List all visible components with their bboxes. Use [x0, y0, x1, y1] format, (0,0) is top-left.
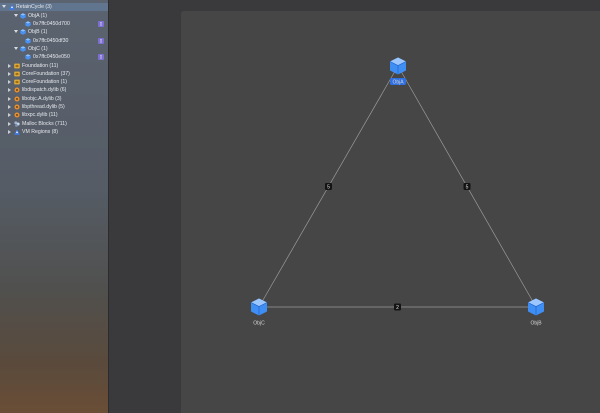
- sidebar-row-foundation[interactable]: Foundation (11): [0, 62, 108, 70]
- cube-icon: [25, 21, 31, 27]
- disclosure-collapsed-icon[interactable]: [8, 129, 11, 134]
- sidebar-row-retaincycle[interactable]: RetainCycle (3): [0, 3, 108, 11]
- sidebar-row-objc[interactable]: ObjC (1): [0, 45, 108, 53]
- sidebar-row-vm-regions[interactable]: VM Regions (8): [0, 128, 108, 136]
- instance-badge-icon: ▯: [98, 38, 104, 44]
- gear-orange-icon: [14, 96, 20, 102]
- disclosure-collapsed-icon[interactable]: [8, 79, 11, 84]
- gear-orange-icon: [14, 112, 20, 118]
- edge-count-label: 5: [327, 184, 330, 190]
- memory-graph-sidebar: RetainCycle (3) ObjA (1) 0x7ffc0450d700 ▯ Ob…: [0, 0, 109, 413]
- graph-node-objb[interactable]: ObjB: [527, 298, 545, 327]
- gear-orange-icon: [14, 87, 20, 93]
- graph-svg: 5 5 2 ObjA ObjB ObjC: [250, 57, 545, 327]
- sidebar-row-corefoundation[interactable]: CoreFoundation (37): [0, 70, 108, 78]
- cube-icon: [25, 38, 31, 44]
- sidebar-row-malloc-blocks[interactable]: Malloc Blocks (711): [0, 120, 108, 128]
- disclosure-collapsed-icon[interactable]: [8, 121, 11, 126]
- sidebar-row-label: Malloc Blocks (711): [22, 121, 67, 127]
- folder-yellow-icon: [14, 63, 20, 69]
- disclosure-collapsed-icon[interactable]: [8, 104, 11, 109]
- sidebar-row-label: VM Regions (8): [22, 129, 59, 135]
- edge-count-badge[interactable]: 5: [325, 183, 332, 190]
- memory-graph-canvas[interactable]: 5 5 2 ObjA ObjB ObjC: [181, 11, 600, 413]
- blocks-icon: [14, 121, 20, 127]
- disclosure-expanded-icon[interactable]: [14, 14, 18, 18]
- instance-badge-icon: ▯: [98, 54, 104, 60]
- cube-icon: [20, 46, 26, 52]
- sidebar-row-libpthread-dylib[interactable]: libpthread.dylib (5): [0, 103, 108, 111]
- sidebar-row-0x7ffc0450df30[interactable]: 0x7ffc0450df30 ▯: [0, 37, 108, 45]
- cube-icon: [20, 13, 26, 19]
- disclosure-expanded-icon[interactable]: [14, 30, 18, 34]
- sidebar-row-label: ObjC (1): [28, 46, 48, 52]
- sidebar-row-label: libdispatch.dylib (6): [22, 87, 67, 93]
- edge-count-label: 2: [396, 305, 399, 311]
- sidebar-row-label: libpthread.dylib (5): [22, 104, 65, 110]
- edge-count-badge[interactable]: 5: [463, 183, 471, 190]
- sidebar-row-label: 0x7ffc0450e050: [33, 54, 70, 60]
- graph-node-obja[interactable]: ObjA: [389, 57, 407, 86]
- edge-count-badge[interactable]: 2: [394, 303, 401, 311]
- cube-icon: [25, 54, 31, 60]
- edge-count-label: 5: [466, 184, 469, 190]
- folder-yellow-icon: [14, 71, 20, 77]
- sidebar-row-libdispatch-dylib[interactable]: libdispatch.dylib (6): [0, 86, 108, 94]
- disclosure-expanded-icon[interactable]: [14, 47, 18, 51]
- cube-icon: [20, 29, 26, 35]
- gear-orange-icon: [14, 104, 20, 110]
- graph-node-objc[interactable]: ObjC: [250, 298, 268, 327]
- instance-badge-icon: ▯: [98, 21, 104, 27]
- sidebar-row-label: libxpc.dylib (11): [22, 112, 58, 118]
- person-blue-icon: [14, 129, 20, 135]
- sidebar-row-corefoundation[interactable]: CoreFoundation (1): [0, 78, 108, 86]
- node-label: ObjC: [253, 320, 265, 326]
- sidebar-row-label: 0x7ffc0450d700: [33, 21, 70, 27]
- sidebar-row-obja[interactable]: ObjA (1): [0, 12, 108, 20]
- sidebar-row-libobjc-a-dylib[interactable]: libobjc.A.dylib (3): [0, 95, 108, 103]
- sidebar-row-libxpc-dylib[interactable]: libxpc.dylib (11): [0, 111, 108, 119]
- disclosure-collapsed-icon[interactable]: [8, 87, 11, 92]
- sidebar-row-label: Foundation (11): [22, 63, 59, 69]
- disclosure-collapsed-icon[interactable]: [8, 112, 11, 117]
- person-blue-icon: [9, 4, 15, 10]
- node-label: ObjB: [530, 320, 542, 326]
- sidebar-row-0x7ffc0450e050[interactable]: 0x7ffc0450e050 ▯: [0, 53, 108, 61]
- sidebar-row-label: libobjc.A.dylib (3): [22, 96, 62, 102]
- sidebar-row-label: CoreFoundation (1): [22, 79, 67, 85]
- sidebar-row-label: ObjB (1): [28, 29, 48, 35]
- disclosure-collapsed-icon[interactable]: [8, 96, 11, 101]
- node-label: ObjA: [392, 79, 404, 85]
- disclosure-collapsed-icon[interactable]: [8, 63, 11, 68]
- sidebar-row-label: 0x7ffc0450df30: [33, 38, 69, 44]
- sidebar-row-label: ObjA (1): [28, 13, 48, 19]
- disclosure-expanded-icon[interactable]: [2, 5, 6, 9]
- folder-yellow-icon: [14, 79, 20, 85]
- sidebar-row-label: RetainCycle (3): [16, 4, 52, 10]
- sidebar-row-0x7ffc0450d700[interactable]: 0x7ffc0450d700 ▯: [0, 20, 108, 28]
- sidebar-row-label: CoreFoundation (37): [22, 71, 70, 77]
- sidebar-row-objb[interactable]: ObjB (1): [0, 28, 108, 36]
- disclosure-collapsed-icon[interactable]: [8, 71, 11, 76]
